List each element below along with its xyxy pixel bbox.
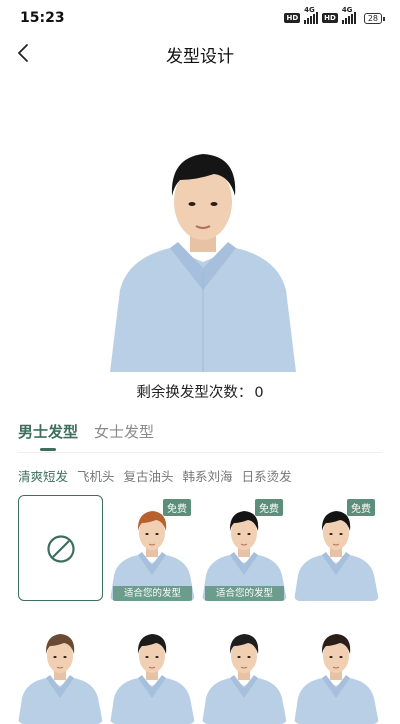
- hairstyle-card[interactable]: [18, 618, 103, 724]
- hairstyle-grid-row-2: [18, 618, 379, 724]
- recommended-label: 适合您的发型: [113, 586, 192, 601]
- hairstyle-thumbnail: [110, 618, 195, 724]
- signal-icon-2: 4G: [341, 6, 356, 24]
- no-style-icon: [47, 535, 75, 563]
- remaining-count: 0: [254, 385, 264, 401]
- status-bar: 15:23 HD 4G HD 4G 28: [0, 0, 400, 36]
- hairstyle-card[interactable]: [202, 618, 287, 724]
- hd-icon: HD: [284, 13, 301, 23]
- no-hairstyle-option[interactable]: [18, 495, 103, 601]
- preview-portrait-image: [110, 154, 296, 372]
- style-tab-retro-slick[interactable]: 复古油头: [124, 466, 174, 485]
- network-label: 4G: [304, 6, 315, 14]
- gender-tabs: 男士发型 女士发型: [18, 421, 154, 442]
- hd-icon-2: HD: [322, 13, 338, 23]
- remaining-label: 剩余换发型次数：: [136, 385, 253, 401]
- free-badge: 免费: [163, 499, 191, 516]
- page-title: 发型设计: [166, 47, 234, 67]
- free-badge: 免费: [347, 499, 375, 516]
- status-icons: HD 4G HD 4G 28: [284, 6, 386, 24]
- hairstyle-card[interactable]: 免费: [294, 495, 379, 601]
- free-badge: 免费: [255, 499, 283, 516]
- hairstyle-thumbnail: [18, 618, 103, 724]
- hairstyle-card[interactable]: 免费 适合您的发型: [202, 495, 287, 601]
- signal-icon: 4G: [304, 6, 319, 24]
- hairstyle-card[interactable]: [294, 618, 379, 724]
- style-tab-korean-bangs[interactable]: 韩系刘海: [183, 466, 233, 485]
- style-tabs: 清爽短发 飞机头 复古油头 韩系刘海 日系烫发: [18, 466, 292, 485]
- hairstyle-thumbnail: [294, 618, 379, 724]
- recommended-label: 适合您的发型: [205, 586, 284, 601]
- remaining-count-text: 剩余换发型次数： 0: [0, 381, 400, 402]
- hairstyle-card[interactable]: [110, 618, 195, 724]
- hairstyle-card[interactable]: 免费 适合您的发型: [110, 495, 195, 601]
- divider: [18, 452, 382, 453]
- network-label-2: 4G: [341, 6, 353, 14]
- tab-female[interactable]: 女士发型: [94, 421, 154, 442]
- style-tab-fresh-short[interactable]: 清爽短发: [18, 466, 68, 485]
- tab-male[interactable]: 男士发型: [18, 421, 78, 442]
- nav-bar: 发型设计: [0, 36, 400, 72]
- style-tab-pompadour[interactable]: 飞机头: [77, 466, 115, 485]
- hairstyle-grid-row-1: 免费 适合您的发型 免费 适合您的发型 免费: [18, 495, 379, 601]
- tab-indicator: [40, 448, 56, 451]
- battery-icon: 28: [363, 12, 386, 24]
- hairstyle-thumbnail: [202, 618, 287, 724]
- style-tab-japanese-perm[interactable]: 日系烫发: [242, 466, 292, 485]
- status-time: 15:23: [20, 10, 65, 26]
